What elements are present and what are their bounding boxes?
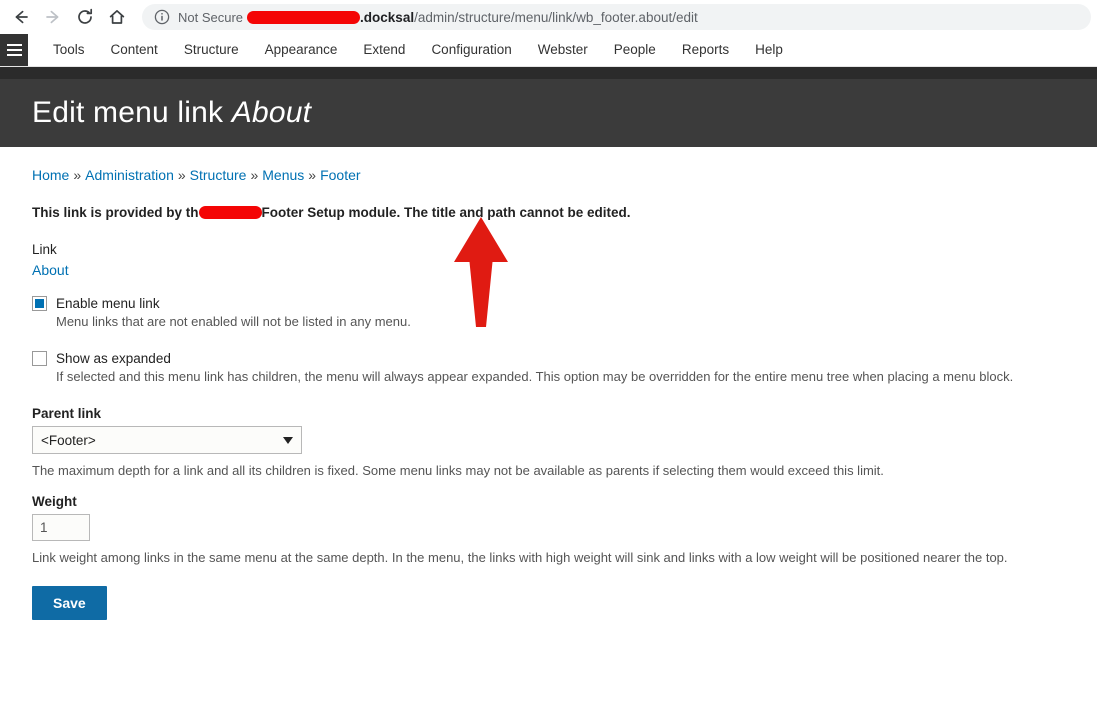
weight-label: Weight — [32, 494, 77, 509]
toolbar-item-help[interactable]: Help — [742, 34, 796, 66]
module-notice: This link is provided by th Footer Setup … — [32, 205, 1065, 220]
toolbar-item-webster[interactable]: Webster — [525, 34, 601, 66]
chevron-down-icon — [283, 436, 293, 444]
show-as-expanded-checkbox[interactable] — [32, 351, 47, 366]
url-path: /admin/structure/menu/link/wb_footer.abo… — [414, 9, 698, 25]
page-title-prefix: Edit menu link — [32, 96, 232, 129]
breadcrumb-separator: » — [73, 167, 82, 183]
toolbar-menu-button[interactable] — [0, 34, 28, 66]
breadcrumb-separator: » — [308, 167, 317, 183]
enable-menu-link-checkbox[interactable] — [32, 296, 47, 311]
enable-menu-link-description: Menu links that are not enabled will not… — [56, 314, 411, 329]
browser-chrome: Not Secure .docksal /admin/structure/men… — [0, 0, 1097, 34]
toolbar-item-people[interactable]: People — [601, 34, 669, 66]
redacted-host-block — [247, 10, 361, 24]
page-title: Edit menu link About — [32, 96, 311, 130]
show-as-expanded-label: Show as expanded — [56, 351, 171, 366]
parent-link-selected-value: <Footer> — [41, 432, 96, 448]
breadcrumb: Home» Administration» Structure» Menus» Foot… — [32, 167, 1065, 183]
show-as-expanded-description: If selected and this menu link has child… — [56, 369, 1014, 384]
toolbar-item-configuration[interactable]: Configuration — [418, 34, 524, 66]
notice-text-after: Footer Setup module. The title and path … — [261, 205, 631, 220]
toolbar-item-appearance[interactable]: Appearance — [252, 34, 351, 66]
breadcrumb-item-menus[interactable]: Menus — [262, 167, 304, 183]
reload-icon — [75, 7, 95, 27]
url-host: .docksal — [360, 9, 415, 25]
home-icon — [107, 7, 127, 27]
back-button[interactable] — [6, 2, 36, 32]
hamburger-menu-icon — [6, 42, 22, 58]
link-about-anchor[interactable]: About — [32, 262, 69, 278]
page-title-emphasis: About — [231, 96, 312, 129]
breadcrumb-item-home[interactable]: Home — [32, 167, 69, 183]
weight-description: Link weight among links in the same menu… — [32, 550, 1008, 565]
arrow-right-icon — [43, 7, 63, 27]
arrow-left-icon — [11, 7, 31, 27]
forward-button[interactable] — [38, 2, 68, 32]
toolbar-menu-items: Tools Content Structure Appearance Exten… — [28, 34, 796, 66]
link-field-value: About — [32, 262, 1065, 278]
link-field-label: Link — [32, 242, 57, 257]
toolbar-item-extend[interactable]: Extend — [350, 34, 418, 66]
redacted-module-name-block — [198, 206, 262, 219]
home-button[interactable] — [102, 2, 132, 32]
breadcrumb-separator: » — [177, 167, 186, 183]
info-circle-icon[interactable] — [154, 9, 170, 25]
save-button[interactable]: Save — [32, 586, 107, 620]
toolbar-item-tools[interactable]: Tools — [40, 34, 98, 66]
notice-text-before: This link is provided by th — [32, 205, 199, 220]
enable-menu-link-label: Enable menu link — [56, 296, 160, 311]
show-as-expanded-row[interactable]: Show as expanded — [32, 351, 1065, 366]
page-header: Edit menu link About — [0, 79, 1097, 147]
security-status-label: Not Secure — [178, 9, 244, 25]
parent-link-select[interactable]: <Footer> — [32, 426, 302, 454]
breadcrumb-separator: » — [250, 167, 259, 183]
weight-input[interactable] — [32, 514, 90, 541]
enable-menu-link-row[interactable]: Enable menu link — [32, 296, 1065, 311]
toolbar-item-reports[interactable]: Reports — [669, 34, 742, 66]
toolbar-dark-strip — [0, 67, 1097, 79]
toolbar-item-content[interactable]: Content — [98, 34, 171, 66]
breadcrumb-item-footer[interactable]: Footer — [320, 167, 360, 183]
parent-link-label: Parent link — [32, 406, 102, 421]
url-text: .docksal /admin/structure/menu/link/wb_f… — [247, 10, 698, 25]
reload-button[interactable] — [70, 2, 100, 32]
main-content: Home» Administration» Structure» Menus» Foot… — [0, 147, 1097, 620]
breadcrumb-item-structure[interactable]: Structure — [190, 167, 247, 183]
address-bar[interactable]: Not Secure .docksal /admin/structure/men… — [142, 4, 1091, 30]
parent-link-description: The maximum depth for a link and all its… — [32, 463, 884, 478]
toolbar-item-structure[interactable]: Structure — [171, 34, 252, 66]
admin-toolbar: Tools Content Structure Appearance Exten… — [0, 34, 1097, 67]
breadcrumb-item-administration[interactable]: Administration — [85, 167, 174, 183]
